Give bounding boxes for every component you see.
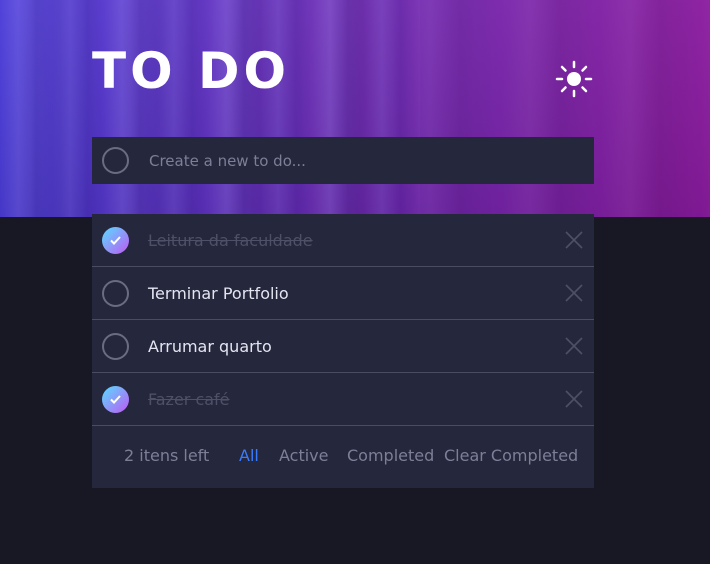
todo-checkbox-checked[interactable] (102, 226, 129, 254)
todo-list: Leitura da faculdade Terminar Portfolio … (92, 214, 594, 488)
close-icon[interactable] (564, 230, 584, 250)
todo-footer: 2 itens left All Active Completed Clear … (92, 426, 594, 488)
theme-toggle-button[interactable] (555, 60, 593, 98)
close-icon[interactable] (564, 283, 584, 303)
page-title: TO DO (92, 42, 291, 100)
todo-label: Fazer café (148, 389, 230, 409)
clear-completed-button[interactable]: Clear Completed (444, 446, 578, 465)
filter-all-button[interactable]: All (239, 446, 259, 465)
close-icon[interactable] (564, 336, 584, 356)
sun-icon (555, 60, 593, 98)
todo-checkbox-checked[interactable] (102, 385, 129, 413)
filter-active-button[interactable]: Active (279, 446, 329, 465)
close-icon[interactable] (564, 389, 584, 409)
header-background (0, 0, 710, 217)
todo-checkbox[interactable] (102, 279, 129, 307)
todo-label: Arrumar quarto (148, 336, 272, 356)
todo-label: Leitura da faculdade (148, 230, 313, 250)
todo-item: Fazer café (92, 373, 594, 426)
todo-checkbox[interactable] (102, 332, 129, 360)
new-todo-bar (92, 137, 594, 184)
todo-label: Terminar Portfolio (148, 283, 289, 303)
items-left-count: 2 itens left (124, 446, 210, 465)
checkmark-icon (110, 235, 121, 245)
new-todo-checkbox[interactable] (102, 147, 129, 174)
todo-item: Terminar Portfolio (92, 267, 594, 320)
todo-item: Leitura da faculdade (92, 214, 594, 267)
new-todo-input[interactable] (149, 151, 569, 170)
todo-item: Arrumar quarto (92, 320, 594, 373)
checkmark-icon (110, 394, 121, 404)
filter-completed-button[interactable]: Completed (347, 446, 434, 465)
